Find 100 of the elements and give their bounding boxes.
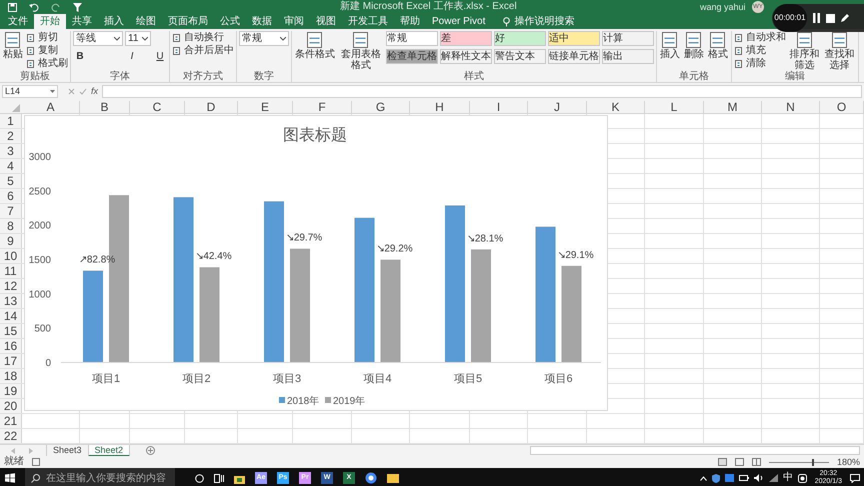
sheet-tab[interactable]: Sheet2 [88, 444, 130, 456]
row-header[interactable]: 9 [0, 234, 22, 248]
ribbon-button[interactable]: 复制 [26, 44, 68, 57]
row-header[interactable]: 17 [0, 354, 22, 368]
insert-function-button[interactable]: fx [91, 85, 98, 97]
row-header[interactable]: 3 [0, 144, 22, 158]
page-break-icon[interactable] [752, 458, 761, 466]
column-header[interactable]: D [185, 101, 238, 114]
column-header[interactable]: O [820, 101, 864, 114]
ribbon-button[interactable]: 插入 [659, 31, 681, 60]
folder-icon[interactable] [387, 473, 399, 483]
formula-input[interactable] [102, 84, 862, 98]
column-header[interactable]: C [130, 101, 185, 114]
chart-area[interactable]: 图表标题 0 500 1000 1500 2000 2500 3000 项目1 ↗82.8% 项目2 ↘42.4% 项目3 ↘29.7% 项目4 ↘29.2% 项目5 ↘28.1% 项目6 ↘29.1% 2018年 2019年 [24, 115, 608, 411]
column-header[interactable]: E [238, 101, 293, 114]
row-header[interactable]: 18 [0, 369, 22, 383]
row-header[interactable]: 19 [0, 384, 22, 398]
cell-style[interactable]: 计算 [602, 31, 654, 46]
cell-style[interactable]: 差 [440, 31, 492, 46]
row-header[interactable]: 1 [0, 114, 22, 128]
taskbar-search-field[interactable]: 在这里输入你要搜索的内容 [25, 468, 175, 486]
ribbon-tab[interactable]: 插入 [98, 14, 130, 29]
pen-icon[interactable] [840, 13, 850, 23]
name-box[interactable]: L14 [2, 84, 58, 98]
ribbon-button[interactable]: 格式刷 [26, 57, 68, 70]
ribbon-button[interactable]: 粘贴 [2, 31, 24, 60]
row-header[interactable]: 4 [0, 159, 22, 173]
cell-style[interactable]: 警告文本 [494, 49, 546, 64]
chevron-up-icon[interactable] [700, 476, 707, 480]
column-header[interactable]: L [645, 101, 704, 114]
row-header[interactable]: 2 [0, 129, 22, 143]
network-icon[interactable] [768, 474, 778, 482]
row-header[interactable]: 16 [0, 339, 22, 353]
ribbon-button[interactable]: 查找和选择 [823, 31, 856, 71]
ribbon-button[interactable]: 剪切 [26, 31, 68, 44]
cell-style[interactable]: 适中 [548, 31, 600, 46]
row-header[interactable]: 11 [0, 264, 22, 278]
task-view-icon[interactable] [214, 474, 224, 482]
ribbon-tab[interactable]: 公式 [214, 14, 246, 29]
format-button[interactable]: I [125, 50, 139, 64]
row-header[interactable]: 13 [0, 294, 22, 308]
row-header[interactable]: 14 [0, 309, 22, 323]
notification-icon[interactable] [850, 474, 860, 482]
ribbon-button[interactable]: 格式 [707, 31, 729, 60]
ribbon-tab[interactable]: 帮助 [394, 14, 426, 29]
check-icon[interactable] [79, 88, 87, 94]
row-header[interactable]: 22 [0, 429, 22, 443]
ribbon-button[interactable]: 套用表格格式 [338, 31, 384, 71]
add-sheet-icon[interactable] [146, 446, 156, 455]
column-header[interactable]: N [762, 101, 820, 114]
ribbon-tab[interactable]: 数据 [246, 14, 278, 29]
row-header[interactable]: 8 [0, 219, 22, 233]
ribbon-tab[interactable]: 开始 [34, 14, 66, 29]
shield-icon[interactable] [712, 474, 720, 482]
row-header[interactable]: 10 [0, 249, 22, 263]
cell-style[interactable]: 常规 [386, 31, 438, 46]
ribbon-button[interactable]: 自动求和 [734, 31, 786, 44]
row-header[interactable]: 21 [0, 414, 22, 428]
ribbon-tab[interactable]: 视图 [310, 14, 342, 29]
ribbon-tab[interactable]: 文件 [2, 14, 34, 29]
ribbon-button[interactable]: 排序和筛选 [788, 31, 821, 71]
ribbon-button[interactable]: 填充 [734, 44, 786, 57]
windows-logo-icon[interactable] [5, 473, 15, 483]
input-method-indicator[interactable]: 中 [782, 472, 793, 484]
browser-icon[interactable] [365, 472, 377, 484]
column-header[interactable]: J [528, 101, 587, 114]
battery-icon[interactable] [738, 475, 749, 481]
page-layout-icon[interactable] [734, 458, 744, 466]
column-header[interactable]: I [470, 101, 528, 114]
cell-style[interactable]: 链接单元格 [548, 49, 600, 64]
ribbon-button[interactable]: 条件格式 [294, 31, 336, 60]
font-size-field[interactable]: 11 [125, 31, 151, 46]
tell-me-search[interactable]: 操作说明搜索 [499, 14, 578, 29]
stop-icon[interactable] [826, 14, 835, 22]
column-header[interactable]: H [410, 101, 470, 114]
row-header[interactable]: 6 [0, 189, 22, 203]
pause-icon[interactable] [812, 13, 821, 23]
cell-style[interactable]: 检查单元格 [386, 49, 438, 64]
ribbon-button[interactable]: 清除 [734, 57, 786, 70]
ribbon-tab[interactable]: 共享 [66, 14, 98, 29]
cell-style[interactable]: 好 [494, 31, 546, 46]
ribbon-button[interactable]: 自动换行 [172, 31, 234, 44]
column-header[interactable]: M [704, 101, 762, 114]
normal-view-icon[interactable] [718, 458, 727, 466]
volume-icon[interactable] [754, 474, 764, 482]
format-button[interactable]: U [153, 50, 167, 64]
redo-icon[interactable] [51, 2, 61, 12]
undo-icon[interactable] [29, 2, 39, 12]
ribbon-button[interactable]: 合并后居中 [172, 44, 234, 57]
column-header[interactable]: F [293, 101, 352, 114]
ribbon-tab[interactable]: 页面布局 [162, 14, 214, 29]
row-header[interactable]: 7 [0, 204, 22, 218]
ribbon-tab[interactable]: 审阅 [278, 14, 310, 29]
filter-icon[interactable] [73, 2, 82, 12]
row-header[interactable]: 5 [0, 174, 22, 188]
row-header[interactable]: 12 [0, 279, 22, 293]
dropdown-field[interactable]: 等线 [73, 31, 123, 46]
zoom-slider-thumb[interactable] [812, 458, 814, 466]
dropdown-field[interactable]: 常规 [239, 31, 289, 46]
ribbon-tab[interactable]: 绘图 [130, 14, 162, 29]
